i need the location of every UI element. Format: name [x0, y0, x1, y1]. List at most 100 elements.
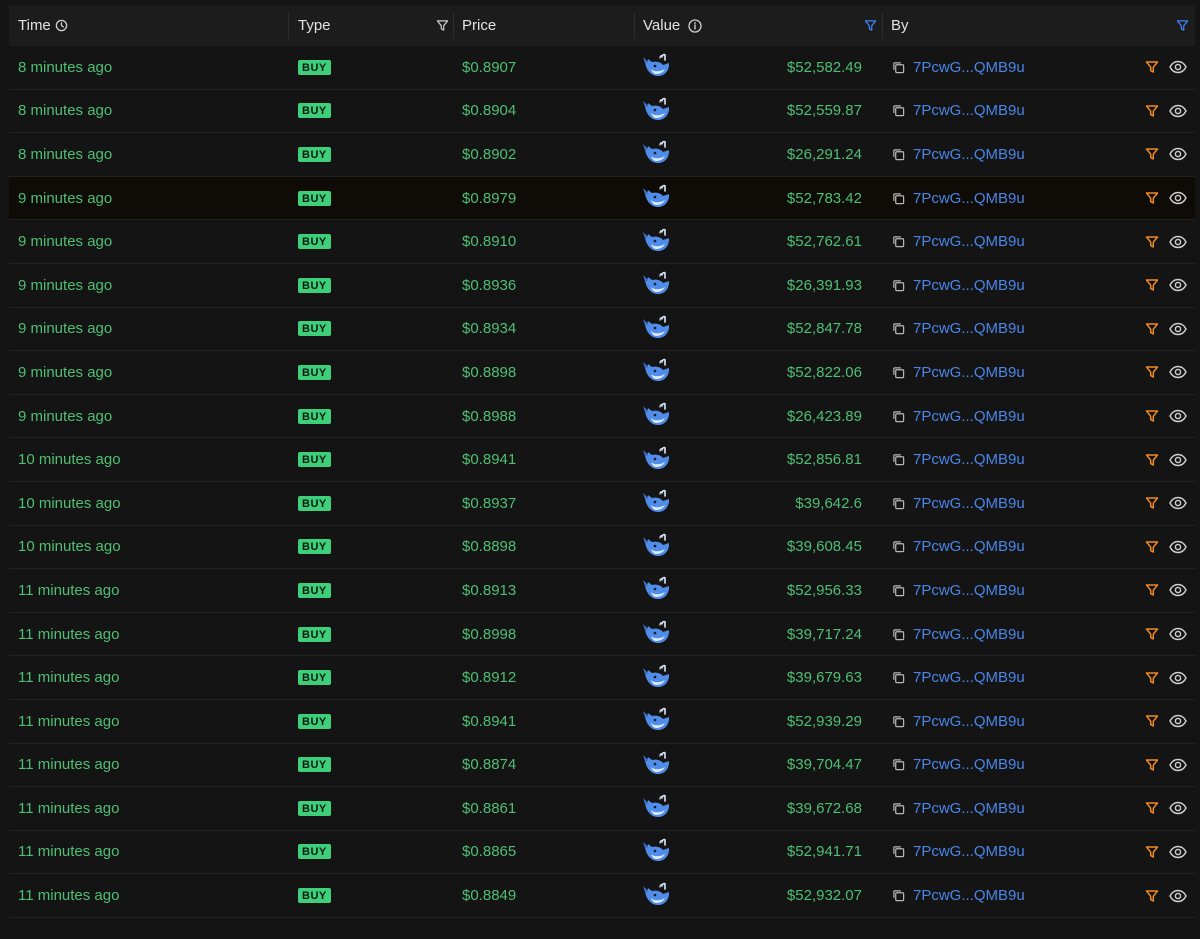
copy-icon[interactable] [892, 351, 905, 394]
column-header-time[interactable]: Time [18, 5, 68, 46]
eye-icon[interactable] [1169, 264, 1187, 307]
copy-icon[interactable] [892, 787, 905, 830]
filter-icon[interactable] [864, 5, 877, 46]
table-row[interactable]: 9 minutes ago BUY $0.8979 $52,783.42 7Pc… [9, 176, 1195, 221]
wallet-address-link[interactable]: 7PcwG...QMB9u [913, 656, 1025, 699]
copy-icon[interactable] [892, 46, 905, 89]
table-row[interactable]: 11 minutes ago BUY $0.8861 $39,672.68 7P… [9, 787, 1195, 831]
wallet-address-link[interactable]: 7PcwG...QMB9u [913, 264, 1025, 307]
eye-icon[interactable] [1169, 438, 1187, 481]
copy-icon[interactable] [892, 569, 905, 612]
copy-icon[interactable] [892, 744, 905, 787]
column-header-type[interactable]: Type [298, 5, 331, 46]
copy-icon[interactable] [892, 700, 905, 743]
filter-icon[interactable] [1145, 613, 1159, 656]
eye-icon[interactable] [1169, 744, 1187, 787]
table-row[interactable]: 8 minutes ago BUY $0.8907 $52,582.49 7Pc… [9, 46, 1195, 90]
table-row[interactable]: 8 minutes ago BUY $0.8904 $52,559.87 7Pc… [9, 90, 1195, 134]
copy-icon[interactable] [892, 482, 905, 525]
table-row[interactable]: 11 minutes ago BUY $0.8849 $52,932.07 7P… [9, 874, 1195, 918]
column-header-value[interactable]: Value [643, 5, 702, 46]
wallet-address-link[interactable]: 7PcwG...QMB9u [913, 744, 1025, 787]
wallet-address-link[interactable]: 7PcwG...QMB9u [913, 831, 1025, 874]
wallet-address-link[interactable]: 7PcwG...QMB9u [913, 613, 1025, 656]
eye-icon[interactable] [1169, 874, 1187, 917]
filter-icon[interactable] [1145, 831, 1159, 874]
table-row[interactable]: 9 minutes ago BUY $0.8910 $52,762.61 7Pc… [9, 220, 1195, 264]
copy-icon[interactable] [892, 133, 905, 176]
eye-icon[interactable] [1169, 787, 1187, 830]
table-row[interactable]: 11 minutes ago BUY $0.8941 $52,939.29 7P… [9, 700, 1195, 744]
eye-icon[interactable] [1169, 308, 1187, 351]
table-row[interactable]: 9 minutes ago BUY $0.8898 $52,822.06 7Pc… [9, 351, 1195, 395]
copy-icon[interactable] [892, 831, 905, 874]
wallet-address-link[interactable]: 7PcwG...QMB9u [913, 395, 1025, 438]
wallet-address-link[interactable]: 7PcwG...QMB9u [913, 700, 1025, 743]
wallet-address-link[interactable]: 7PcwG...QMB9u [913, 482, 1025, 525]
filter-icon[interactable] [1145, 220, 1159, 263]
eye-icon[interactable] [1169, 700, 1187, 743]
copy-icon[interactable] [892, 438, 905, 481]
copy-icon[interactable] [892, 90, 905, 133]
table-row[interactable]: 10 minutes ago BUY $0.8941 $52,856.81 7P… [9, 438, 1195, 482]
filter-icon[interactable] [1145, 177, 1159, 220]
table-row[interactable]: 9 minutes ago BUY $0.8934 $52,847.78 7Pc… [9, 308, 1195, 352]
wallet-address-link[interactable]: 7PcwG...QMB9u [913, 438, 1025, 481]
table-row[interactable]: 10 minutes ago BUY $0.8937 $39,642.6 7Pc… [9, 482, 1195, 526]
eye-icon[interactable] [1169, 90, 1187, 133]
eye-icon[interactable] [1169, 613, 1187, 656]
filter-icon[interactable] [1145, 90, 1159, 133]
eye-icon[interactable] [1169, 177, 1187, 220]
wallet-address-link[interactable]: 7PcwG...QMB9u [913, 569, 1025, 612]
copy-icon[interactable] [892, 264, 905, 307]
wallet-address-link[interactable]: 7PcwG...QMB9u [913, 220, 1025, 263]
info-icon[interactable] [688, 18, 702, 33]
wallet-address-link[interactable]: 7PcwG...QMB9u [913, 90, 1025, 133]
table-row[interactable]: 8 minutes ago BUY $0.8902 $26,291.24 7Pc… [9, 133, 1195, 177]
table-row[interactable]: 11 minutes ago BUY $0.8913 $52,956.33 7P… [9, 569, 1195, 613]
filter-icon[interactable] [1176, 5, 1189, 46]
copy-icon[interactable] [892, 613, 905, 656]
filter-icon[interactable] [1145, 656, 1159, 699]
filter-icon[interactable] [1145, 482, 1159, 525]
table-row[interactable]: 11 minutes ago BUY $0.8874 $39,704.47 7P… [9, 744, 1195, 788]
table-row[interactable]: 11 minutes ago BUY $0.8865 $52,941.71 7P… [9, 831, 1195, 875]
eye-icon[interactable] [1169, 569, 1187, 612]
filter-icon[interactable] [1145, 46, 1159, 89]
copy-icon[interactable] [892, 177, 905, 220]
column-header-by[interactable]: By [891, 5, 909, 46]
wallet-address-link[interactable]: 7PcwG...QMB9u [913, 177, 1025, 220]
filter-icon[interactable] [1145, 133, 1159, 176]
filter-icon[interactable] [1145, 787, 1159, 830]
filter-icon[interactable] [1145, 744, 1159, 787]
column-header-price[interactable]: Price [462, 5, 496, 46]
filter-icon[interactable] [436, 5, 449, 46]
table-row[interactable]: 9 minutes ago BUY $0.8936 $26,391.93 7Pc… [9, 264, 1195, 308]
copy-icon[interactable] [892, 874, 905, 917]
eye-icon[interactable] [1169, 526, 1187, 569]
copy-icon[interactable] [892, 220, 905, 263]
clock-sort-icon[interactable] [55, 19, 68, 32]
eye-icon[interactable] [1169, 133, 1187, 176]
filter-icon[interactable] [1145, 308, 1159, 351]
filter-icon[interactable] [1145, 526, 1159, 569]
table-row[interactable]: 11 minutes ago BUY $0.8912 $39,679.63 7P… [9, 656, 1195, 700]
wallet-address-link[interactable]: 7PcwG...QMB9u [913, 351, 1025, 394]
copy-icon[interactable] [892, 656, 905, 699]
filter-icon[interactable] [1145, 874, 1159, 917]
filter-icon[interactable] [1145, 438, 1159, 481]
wallet-address-link[interactable]: 7PcwG...QMB9u [913, 133, 1025, 176]
copy-icon[interactable] [892, 308, 905, 351]
eye-icon[interactable] [1169, 351, 1187, 394]
wallet-address-link[interactable]: 7PcwG...QMB9u [913, 787, 1025, 830]
eye-icon[interactable] [1169, 482, 1187, 525]
filter-icon[interactable] [1145, 351, 1159, 394]
eye-icon[interactable] [1169, 395, 1187, 438]
filter-icon[interactable] [1145, 264, 1159, 307]
wallet-address-link[interactable]: 7PcwG...QMB9u [913, 46, 1025, 89]
eye-icon[interactable] [1169, 46, 1187, 89]
eye-icon[interactable] [1169, 831, 1187, 874]
wallet-address-link[interactable]: 7PcwG...QMB9u [913, 874, 1025, 917]
table-row[interactable]: 10 minutes ago BUY $0.8898 $39,608.45 7P… [9, 526, 1195, 570]
eye-icon[interactable] [1169, 656, 1187, 699]
